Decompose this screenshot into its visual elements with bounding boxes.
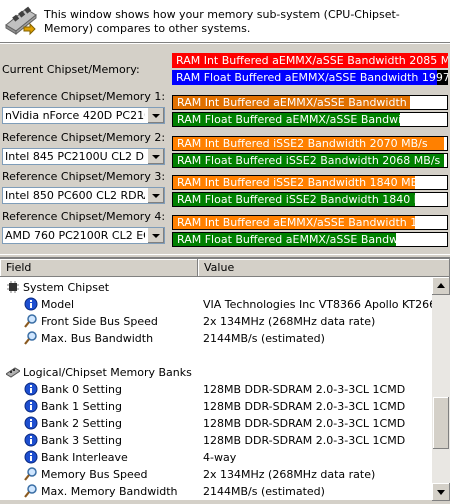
field-name: Front Side Bus Speed [41,315,158,328]
field-name: System Chipset [23,281,110,294]
list-item[interactable]: Front Side Bus Speed 2x 134MHz (268MHz da… [0,313,432,330]
reference-select-4[interactable]: AMD 760 PC2100R CL2 ECC D [2,227,165,244]
magnifier-icon [24,484,37,498]
reference-label-4: Reference Chipset/Memory 4: [2,210,166,223]
field-name: Bank Interleave [41,451,128,464]
field-name: Logical/Chipset Memory Banks [23,366,192,379]
field-value: 128MB DDR-SDRAM 2.0-3-3CL 1CMD [203,400,406,413]
bandwidth-bar: RAM Float Buffered aEMMX/aSSE Bandwidth … [172,232,448,247]
reference-select-value: Intel 845 PC2100U CL2 DDR ( [5,150,145,163]
info-icon [24,450,38,464]
reference-select-value: Intel 850 PC600 CL2 RDRAM ( [5,189,145,202]
list-item[interactable]: System Chipset [0,279,432,296]
vertical-scrollbar[interactable] [432,277,450,501]
memory-icon [6,367,20,378]
field-value: 4-way [203,451,237,464]
bandwidth-bar: RAM Float Buffered iSSE2 Bandwidth 1840 … [172,192,448,207]
bandwidth-bar: RAM Float Buffered iSSE2 Bandwidth 2068 … [172,153,448,168]
dropdown-arrow-icon[interactable] [147,108,164,123]
reference-select-1[interactable]: nVidia nForce 420D PC2100U [2,107,165,124]
dropdown-arrow-icon[interactable] [147,228,164,243]
bar-label: RAM Float Buffered iSSE2 Bandwidth 1840 … [177,193,441,206]
chip-icon [7,281,19,293]
bandwidth-bar: RAM Int Buffered aEMMX/aSSE Bandwidth 18… [172,95,448,110]
info-icon [24,382,38,396]
scroll-up-button[interactable] [432,277,450,295]
field-name: Bank 3 Setting [41,434,123,447]
bandwidth-bar: RAM Int Buffered iSSE2 Bandwidth 1840 MB… [172,175,448,190]
list-item[interactable]: Logical/Chipset Memory Banks [0,364,432,381]
current-chipset-label: Current Chipset/Memory: [2,63,140,76]
details-list: Field Value System Chipset Model VIA Techn… [0,258,450,501]
list-item[interactable] [0,347,432,364]
info-icon [24,433,38,447]
info-icon [24,399,38,413]
bandwidth-bar: RAM Int Buffered aEMMX/aSSE Bandwidth 20… [172,53,448,68]
list-item[interactable]: Max. Bus Bandwidth 2144MB/s (estimated) [0,330,432,347]
info-icon [24,297,38,311]
field-value: 128MB DDR-SDRAM 2.0-3-3CL 1CMD [203,383,406,396]
bar-label: RAM Float Buffered aEMMX/aSSE Bandwidth … [177,233,447,246]
bar-label: RAM Int Buffered aEMMX/aSSE Bandwidth 18… [177,216,448,229]
field-value: 2144MB/s (estimated) [203,332,325,345]
bar-label: RAM Int Buffered iSSE2 Bandwidth 1840 MB… [177,176,428,189]
list-item[interactable]: Bank 0 Setting 128MB DDR-SDRAM 2.0-3-3CL … [0,381,432,398]
bandwidth-bar: RAM Float Buffered aEMMX/aSSE Bandwidth … [172,70,448,85]
reference-label-3: Reference Chipset/Memory 3: [2,170,166,183]
column-header-field[interactable]: Field [0,259,198,276]
field-name: Bank 0 Setting [41,383,123,396]
info-icon [24,416,38,430]
field-name: Max. Bus Bandwidth [41,332,154,345]
bandwidth-bar: RAM Int Buffered aEMMX/aSSE Bandwidth 18… [172,215,448,230]
reference-label-2: Reference Chipset/Memory 2: [2,131,166,144]
header-description: This window shows how your memory sub-sy… [44,8,400,35]
scroll-thumb[interactable] [433,397,449,449]
bar-label: RAM Float Buffered iSSE2 Bandwidth 2068 … [177,154,441,167]
field-value: 2x 134MHz (268MHz data rate) [203,315,376,328]
column-header-value[interactable]: Value [198,259,450,276]
reference-select-2[interactable]: Intel 845 PC2100U CL2 DDR ( [2,148,165,165]
bandwidth-bar: RAM Int Buffered iSSE2 Bandwidth 2070 MB… [172,136,448,151]
field-value: 2x 134MHz (268MHz data rate) [203,468,376,481]
list-item[interactable]: Bank Interleave 4-way [0,449,432,466]
bandwidth-bar: RAM Float Buffered aEMMX/aSSE Bandwidth … [172,112,448,127]
list-item[interactable]: Bank 3 Setting 128MB DDR-SDRAM 2.0-3-3CL … [0,432,432,449]
dropdown-arrow-icon[interactable] [147,188,164,203]
bar-label: RAM Int Buffered aEMMX/aSSE Bandwidth 18… [177,96,448,109]
arrow-up-icon [437,283,445,288]
field-value: 2144MB/s (estimated) [203,485,325,498]
reference-select-value: nVidia nForce 420D PC2100U [5,109,145,122]
list-item[interactable]: Model VIA Technologies Inc VT8366 Apollo … [0,296,432,313]
arrow-down-icon [437,490,445,495]
info-header: This window shows how your memory sub-sy… [0,0,450,43]
bar-label: RAM Int Buffered iSSE2 Bandwidth 2070 MB… [177,137,428,150]
separator [0,43,450,44]
list-rows: System Chipset Model VIA Technologies Inc … [0,277,432,501]
list-item[interactable]: Bank 1 Setting 128MB DDR-SDRAM 2.0-3-3CL … [0,398,432,415]
reference-select-value: AMD 760 PC2100R CL2 ECC D [5,229,145,242]
magnifier-icon [24,331,37,345]
bar-label: RAM Float Buffered aEMMX/aSSE Bandwidth … [176,71,448,84]
field-value: VIA Technologies Inc VT8366 Apollo KT266… [203,298,432,311]
field-name: Bank 2 Setting [41,417,123,430]
field-name: Max. Memory Bandwidth [41,485,178,498]
field-value: 128MB DDR-SDRAM 2.0-3-3CL 1CMD [203,434,406,447]
field-name: Model [41,298,75,311]
scroll-down-button[interactable] [432,483,450,501]
list-item[interactable]: Max. Memory Bandwidth 2144MB/s (estimated… [0,483,432,500]
field-name: Memory Bus Speed [41,468,148,481]
bar-label: RAM Int Buffered aEMMX/aSSE Bandwidth 20… [176,54,448,67]
magnifier-icon [24,467,37,481]
dropdown-arrow-icon[interactable] [147,149,164,164]
list-header: Field Value [0,259,450,277]
memory-module-icon [5,6,37,36]
bar-label: RAM Float Buffered aEMMX/aSSE Bandwidth … [177,113,447,126]
field-name: Bank 1 Setting [41,400,123,413]
field-value: 128MB DDR-SDRAM 2.0-3-3CL 1CMD [203,417,406,430]
reference-label-1: Reference Chipset/Memory 1: [2,90,166,103]
magnifier-icon [24,314,37,328]
list-item[interactable]: Bank 2 Setting 128MB DDR-SDRAM 2.0-3-3CL … [0,415,432,432]
reference-select-3[interactable]: Intel 850 PC600 CL2 RDRAM ( [2,187,165,204]
list-item[interactable]: Memory Bus Speed 2x 134MHz (268MHz data r… [0,466,432,483]
